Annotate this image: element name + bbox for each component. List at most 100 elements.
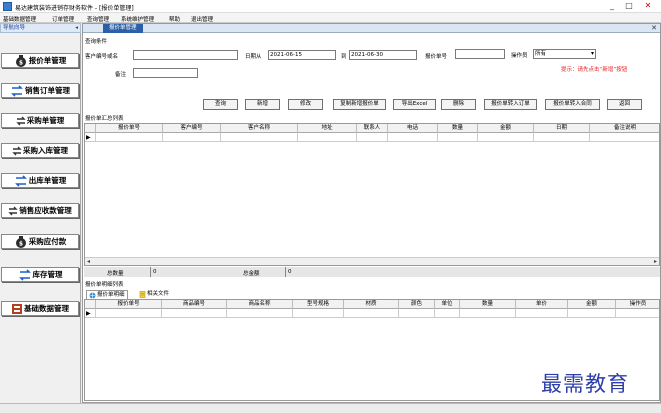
maximize-button[interactable]: □: [622, 0, 636, 12]
transfer-arrows-icon: [11, 84, 23, 97]
add-button[interactable]: 新增: [245, 99, 280, 110]
title-bar: 易达建筑装饰进销存财务软件 - [报价单管理] _ □ ✕: [0, 0, 661, 13]
app-icon: [3, 2, 12, 11]
close-button[interactable]: ✕: [641, 0, 655, 12]
customer-label: 客户编号或名: [85, 54, 119, 60]
column-header[interactable]: 金额: [568, 300, 616, 309]
nav-label: 采购入库管理: [23, 146, 68, 155]
exchange-icon: [12, 146, 22, 155]
globe-icon: [89, 292, 96, 298]
date-from-label: 日期从: [245, 54, 262, 60]
column-header[interactable]: 材质: [344, 300, 399, 309]
money-bag-icon: $: [15, 235, 26, 248]
query-button[interactable]: 查询: [203, 99, 238, 110]
column-header[interactable]: 备注说明: [590, 124, 659, 133]
nav-receivables-management[interactable]: 销售应收款管理: [1, 203, 79, 218]
column-header[interactable]: 电话: [388, 124, 438, 133]
edit-button[interactable]: 修改: [288, 99, 323, 110]
column-header[interactable]: 客户编号: [163, 124, 221, 133]
column-header[interactable]: 客户名称: [221, 124, 298, 133]
menu-help[interactable]: 帮助: [169, 15, 180, 23]
menu-orders[interactable]: 订单管理: [52, 15, 74, 23]
summary-grid-header: 报价单号 客户编号 客户名称 地址 联系人 电话 数量 金额 日期 备注说明: [85, 124, 659, 133]
summary-grid: 报价单号 客户编号 客户名称 地址 联系人 电话 数量 金额 日期 备注说明 ▶…: [84, 123, 660, 266]
menu-exit[interactable]: 退出管理: [191, 15, 213, 23]
menu-system[interactable]: 系统维护管理: [121, 15, 154, 23]
nav-outbound-management[interactable]: 出库单管理: [1, 173, 79, 188]
quote-no-label: 报价单号: [425, 54, 448, 60]
remark-input[interactable]: [133, 68, 198, 78]
svg-text:$: $: [19, 240, 23, 247]
tab-quote-details[interactable]: 报价单明细: [86, 290, 128, 299]
nav-label: 销售应收款管理: [19, 206, 72, 215]
svg-text:$: $: [19, 59, 23, 66]
date-to-input[interactable]: 2021-06-30: [349, 50, 417, 60]
delete-button[interactable]: 删除: [441, 99, 476, 110]
tab-label: 相关文件: [147, 291, 170, 297]
nav-label: 销售订单管理: [25, 86, 70, 95]
tab-header: 报价单管理 ✕: [83, 24, 660, 33]
nav-purchase-receipt-management[interactable]: 采购入库管理: [1, 143, 79, 158]
back-button[interactable]: 返回: [607, 99, 642, 110]
menu-basic-data[interactable]: 基础数据管理: [3, 15, 36, 23]
transfer-arrows-icon: [18, 268, 31, 281]
nav-sales-order-management[interactable]: 销售订单管理: [1, 83, 79, 98]
nav-panel: $ 报价单管理 销售订单管理 采购单管理 采购入库管理 出库单管理 销售应收款管…: [0, 33, 81, 403]
tab-quote-management[interactable]: 报价单管理: [103, 24, 143, 33]
menu-query[interactable]: 查询管理: [87, 15, 109, 23]
collapse-icon[interactable]: ◂: [75, 24, 78, 33]
scroll-left-icon[interactable]: ◂: [87, 258, 90, 265]
nav-label: 基础数据管理: [24, 304, 69, 313]
row-selector-header: [85, 124, 96, 133]
copy-add-button[interactable]: 复制新增报价单: [333, 99, 386, 110]
nav-basic-data-management[interactable]: 基础数据管理: [1, 301, 79, 316]
scroll-right-icon[interactable]: ▸: [654, 258, 657, 265]
export-excel-button[interactable]: 导出Excel: [393, 99, 436, 110]
column-header[interactable]: 数量: [460, 300, 516, 309]
column-header[interactable]: 金额: [478, 124, 534, 133]
table-row[interactable]: ▶: [85, 133, 659, 142]
quote-management-panel: 报价单管理 ✕ 查询条件 客户编号或名 日期从 2021-06-15 到 202…: [82, 23, 661, 403]
tab-related-files[interactable]: 相关文件: [137, 290, 171, 299]
column-header[interactable]: 单价: [516, 300, 568, 309]
nav-inventory-management[interactable]: 库存管理: [1, 267, 79, 282]
document-icon: [139, 291, 146, 298]
date-to-label: 到: [341, 54, 347, 60]
nav-label: 出库单管理: [28, 176, 67, 185]
column-header[interactable]: 单位: [435, 300, 460, 309]
customer-input[interactable]: [133, 50, 238, 60]
operator-select[interactable]: 所有: [533, 49, 596, 59]
nav-quote-management[interactable]: $ 报价单管理: [1, 53, 79, 68]
nav-payables[interactable]: $ 采购应付款: [1, 234, 79, 249]
total-amount-label: 总金额: [243, 271, 260, 277]
summary-horizontal-scrollbar[interactable]: ◂ ▸: [85, 257, 659, 265]
window-title: 易达建筑装饰进销存财务软件 - [报价单管理]: [15, 5, 134, 12]
status-bar: [0, 403, 661, 413]
column-header[interactable]: 联系人: [357, 124, 388, 133]
column-header[interactable]: 地址: [298, 124, 357, 133]
watermark: 最需教育: [541, 372, 629, 396]
column-header[interactable]: 日期: [534, 124, 590, 133]
table-row[interactable]: ▶: [85, 309, 659, 318]
minimize-button[interactable]: _: [605, 0, 619, 12]
quote-no-input[interactable]: [455, 49, 505, 59]
column-header[interactable]: 商品名称: [227, 300, 293, 309]
date-from-input[interactable]: 2021-06-15: [268, 50, 336, 60]
column-header[interactable]: 数量: [438, 124, 478, 133]
column-header[interactable]: 操作员: [616, 300, 659, 309]
detail-grid-header: 报价单号 商品编号 商品名称 型号规格 材质 颜色 单位 数量 单价 金额 操作…: [85, 300, 659, 309]
column-header[interactable]: 颜色: [399, 300, 435, 309]
quote-to-contract-button[interactable]: 报价单转入合同: [545, 99, 600, 110]
column-header[interactable]: 报价单号: [96, 124, 163, 133]
column-header[interactable]: 型号规格: [293, 300, 344, 309]
total-count-label: 总数量: [107, 271, 124, 277]
nav-purchase-order-management[interactable]: 采购单管理: [1, 113, 79, 128]
column-header[interactable]: 商品编号: [162, 300, 227, 309]
close-tab-icon[interactable]: ✕: [651, 24, 657, 33]
column-header[interactable]: 报价单号: [96, 300, 162, 309]
summary-section-label: 报价单汇总列表: [85, 116, 124, 122]
operator-label: 操作员: [511, 53, 528, 59]
exchange-icon: [8, 206, 18, 215]
quote-to-order-button[interactable]: 报价单转入订单: [484, 99, 537, 110]
total-count-value: 0: [150, 267, 240, 277]
